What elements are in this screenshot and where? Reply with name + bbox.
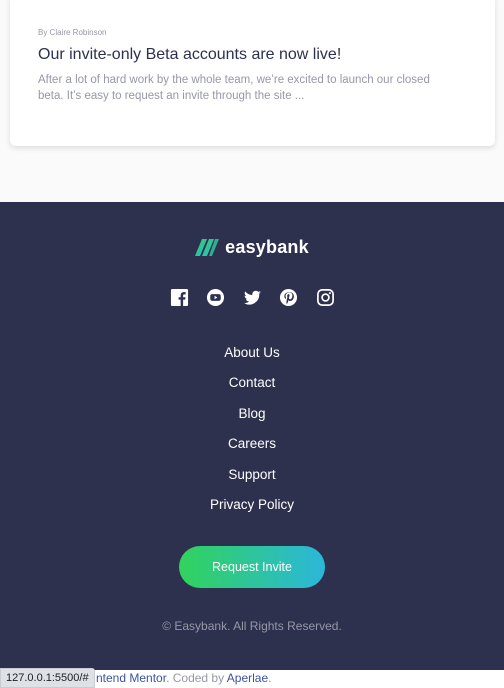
logo-text: easybank xyxy=(225,236,309,257)
footer-link-careers[interactable]: Careers xyxy=(0,435,504,465)
facebook-icon[interactable] xyxy=(169,287,189,307)
youtube-icon[interactable] xyxy=(206,287,226,307)
copyright-text: © Easybank. All Rights Reserved. xyxy=(162,619,342,633)
article-author: By Claire Robinson xyxy=(38,28,107,37)
footer-logo[interactable]: easybank xyxy=(0,237,504,257)
frontend-mentor-link[interactable]: ntend Mentor xyxy=(96,671,166,685)
footer-link-about-us[interactable]: About Us xyxy=(0,344,504,374)
footer-link-blog[interactable]: Blog xyxy=(0,405,504,435)
footer-link-support[interactable]: Support xyxy=(0,466,504,496)
article-excerpt: After a lot of hard work by the whole te… xyxy=(38,74,430,102)
request-invite-button[interactable]: Request Invite xyxy=(179,546,325,588)
article-card[interactable]: By Claire Robinson Our invite-only Beta … xyxy=(10,0,495,146)
footer-nav: About Us Contact Blog Careers Support Pr… xyxy=(0,344,504,526)
site-footer: easybank About Us Contact Blog Careers S… xyxy=(0,202,504,670)
footer-link-contact[interactable]: Contact xyxy=(0,374,504,404)
footer-link-privacy-policy[interactable]: Privacy Policy xyxy=(0,496,504,526)
twitter-icon[interactable] xyxy=(242,287,262,307)
author-link[interactable]: Aperlae xyxy=(227,671,268,685)
attribution-text: . Coded by xyxy=(166,671,227,685)
instagram-icon[interactable] xyxy=(315,287,335,307)
article-section: By Claire Robinson Our invite-only Beta … xyxy=(0,0,504,202)
attribution-end: . xyxy=(268,671,272,685)
browser-status-url: 127.0.0.1:5500/# xyxy=(0,668,95,688)
social-links xyxy=(169,287,335,307)
logo-mark-icon xyxy=(195,238,220,256)
pinterest-icon[interactable] xyxy=(279,287,299,307)
article-title[interactable]: Our invite-only Beta accounts are now li… xyxy=(38,46,341,64)
